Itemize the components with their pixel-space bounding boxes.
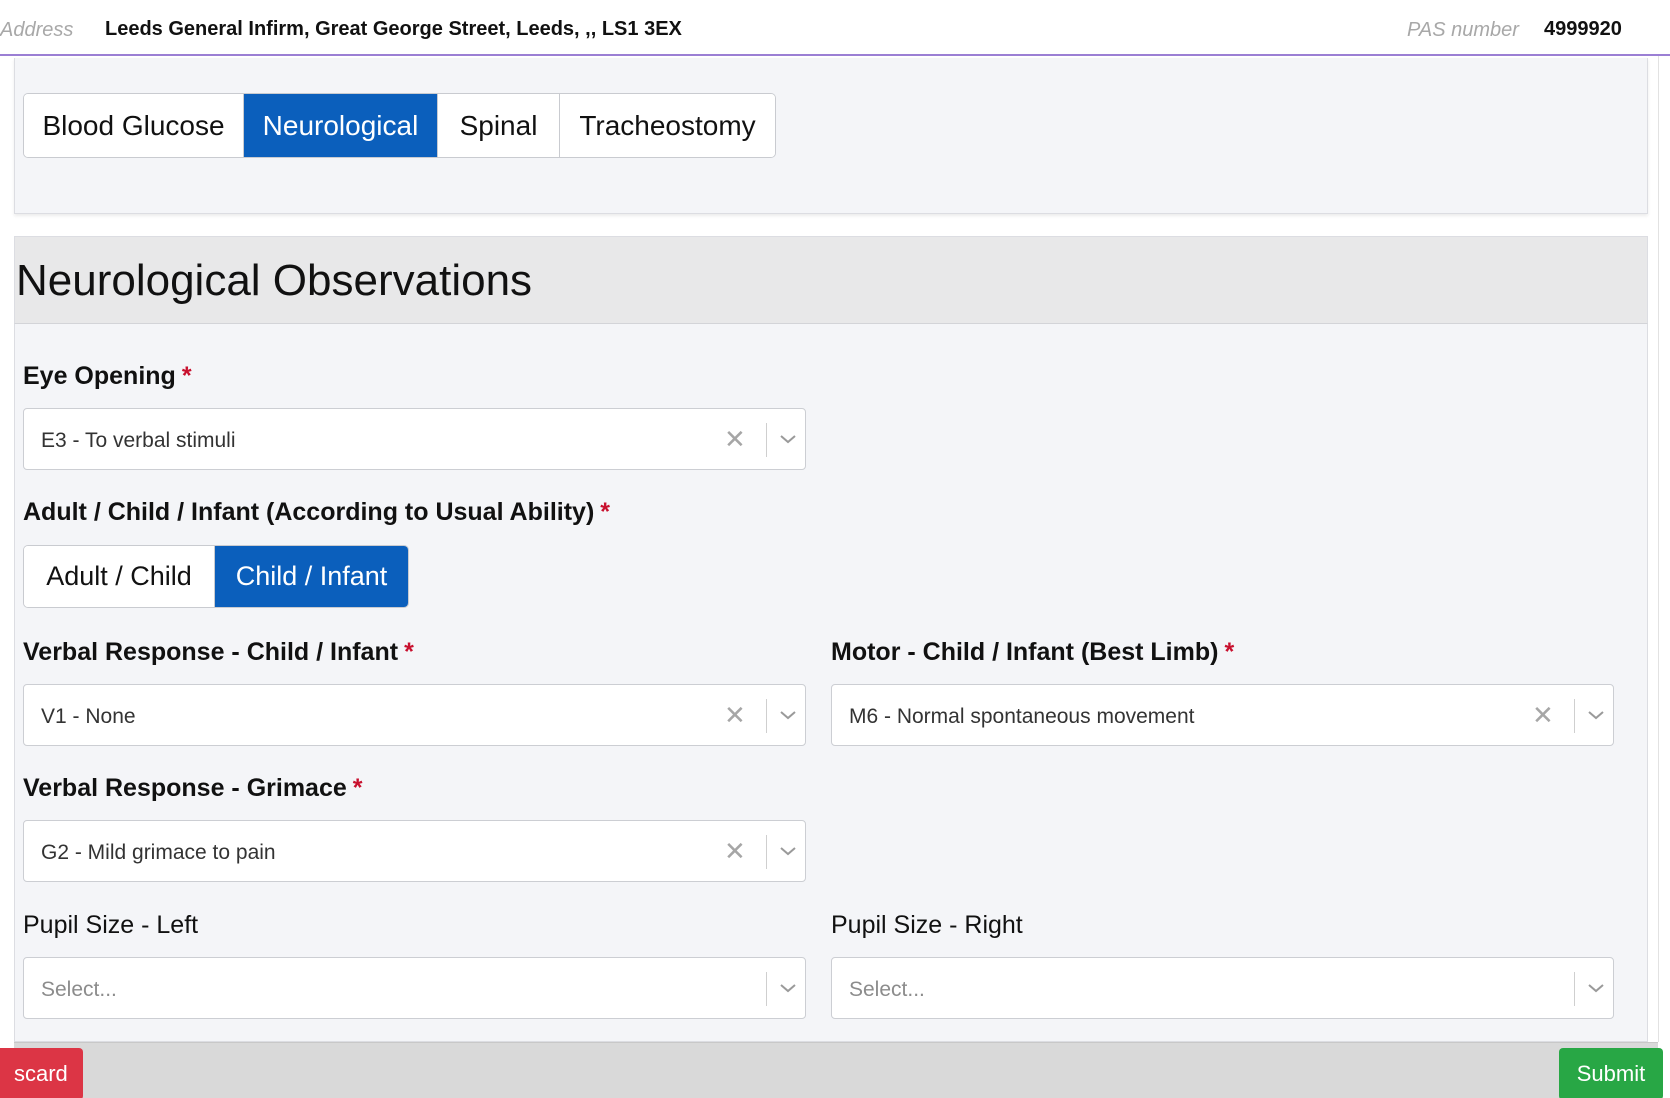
- tab-neurological[interactable]: Neurological: [244, 94, 438, 157]
- motor-child-select[interactable]: M6 - Normal spontaneous movement ✕: [831, 684, 1614, 746]
- observation-tabs: Blood Glucose Neurological Spinal Trache…: [23, 93, 776, 158]
- eye-opening-select[interactable]: E3 - To verbal stimuli ✕: [23, 408, 806, 470]
- motor-child-value: M6 - Normal spontaneous movement: [849, 705, 1195, 728]
- verbal-grimace-label: Verbal Response - Grimace *: [23, 774, 363, 802]
- address-value: Leeds General Infirm, Great George Stree…: [105, 18, 682, 40]
- submit-button[interactable]: Submit: [1559, 1048, 1663, 1098]
- discard-button[interactable]: scard: [0, 1048, 83, 1098]
- close-icon[interactable]: ✕: [724, 702, 746, 728]
- page-scrollbar[interactable]: [1658, 56, 1670, 1042]
- verbal-grimace-select[interactable]: G2 - Mild grimace to pain ✕: [23, 820, 806, 882]
- verbal-child-value: V1 - None: [41, 705, 136, 728]
- chevron-down-icon[interactable]: [778, 843, 798, 859]
- select-separator: [1574, 972, 1575, 1006]
- eye-opening-value: E3 - To verbal stimuli: [41, 429, 236, 452]
- chevron-down-icon[interactable]: [778, 431, 798, 447]
- address-label: Address: [0, 19, 74, 41]
- ability-toggle: Adult / Child Child / Infant: [23, 545, 409, 608]
- required-marker: *: [1224, 638, 1235, 666]
- select-separator: [766, 699, 767, 733]
- chevron-down-icon[interactable]: [778, 707, 798, 723]
- select-separator: [766, 972, 767, 1006]
- child-infant-option[interactable]: Child / Infant: [215, 546, 408, 607]
- motor-child-label: Motor - Child / Infant (Best Limb) *: [831, 638, 1235, 666]
- tab-blood-glucose[interactable]: Blood Glucose: [24, 94, 244, 157]
- ability-label: Adult / Child / Infant (According to Usu…: [23, 498, 610, 526]
- pupil-left-label: Pupil Size - Left: [23, 911, 199, 939]
- chevron-down-icon[interactable]: [778, 980, 798, 996]
- verbal-child-select[interactable]: V1 - None ✕: [23, 684, 806, 746]
- tab-tracheostomy[interactable]: Tracheostomy: [560, 94, 775, 157]
- adult-child-option[interactable]: Adult / Child: [24, 546, 215, 607]
- pupil-right-placeholder: Select...: [849, 978, 925, 1001]
- select-separator: [1574, 699, 1575, 733]
- close-icon[interactable]: ✕: [724, 838, 746, 864]
- required-marker: *: [600, 498, 610, 526]
- verbal-grimace-value: G2 - Mild grimace to pain: [41, 841, 276, 864]
- required-marker: *: [404, 638, 414, 666]
- chevron-down-icon[interactable]: [1586, 707, 1606, 723]
- eye-opening-label: Eye Opening *: [23, 362, 192, 390]
- select-separator: [766, 423, 767, 457]
- pas-number-label: PAS number: [1407, 19, 1519, 41]
- close-icon[interactable]: ✕: [1532, 702, 1554, 728]
- pupil-right-label: Pupil Size - Right: [831, 911, 1023, 939]
- patient-banner: Address Leeds General Infirm, Great Geor…: [0, 0, 1670, 56]
- required-marker: *: [352, 774, 363, 802]
- pupil-right-select[interactable]: Select...: [831, 957, 1614, 1019]
- pupil-left-placeholder: Select...: [41, 978, 117, 1001]
- select-separator: [766, 835, 767, 869]
- form-footer: [14, 1042, 1658, 1098]
- close-icon[interactable]: ✕: [724, 426, 746, 452]
- pas-number-value: 4999920: [1544, 18, 1622, 40]
- required-marker: *: [181, 362, 192, 390]
- section-title: Neurological Observations: [16, 256, 533, 305]
- verbal-child-label: Verbal Response - Child / Infant *: [23, 638, 414, 666]
- pupil-left-select[interactable]: Select...: [23, 957, 806, 1019]
- tab-spinal[interactable]: Spinal: [438, 94, 560, 157]
- chevron-down-icon[interactable]: [1586, 980, 1606, 996]
